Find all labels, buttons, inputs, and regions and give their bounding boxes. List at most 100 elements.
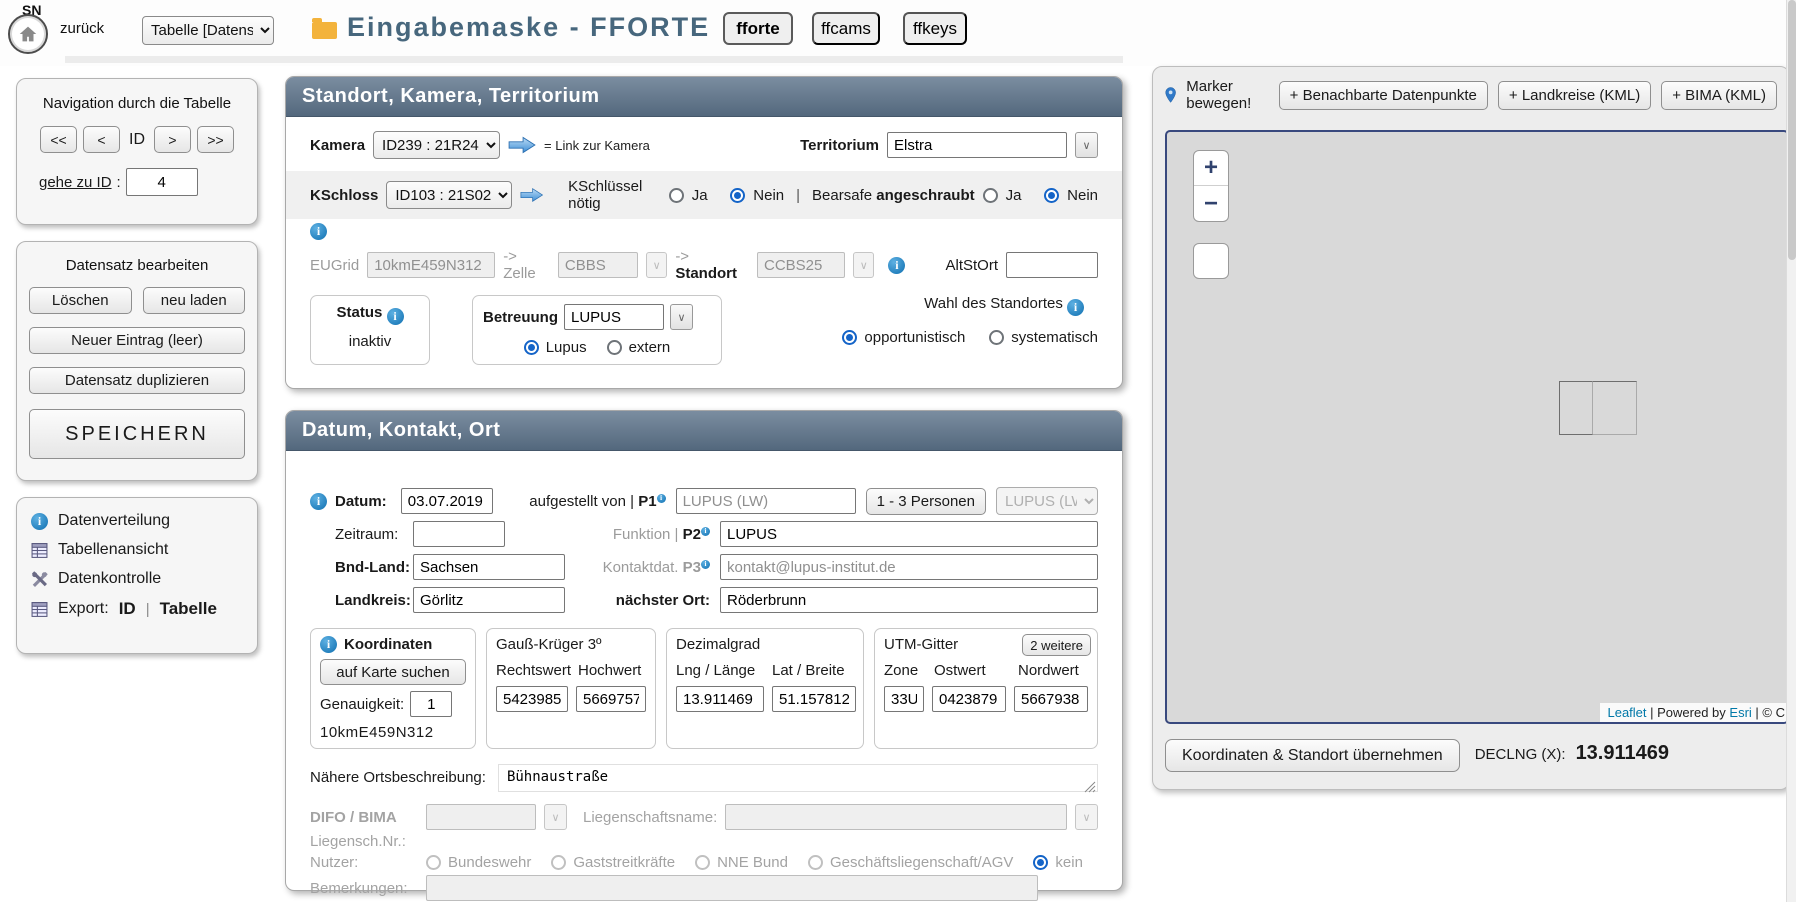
info-icon[interactable] [310, 493, 327, 510]
info-icon[interactable] [310, 223, 327, 240]
betreuung-extern-radio[interactable] [607, 340, 622, 355]
kamera-select[interactable]: ID239 : 21R24 [373, 131, 500, 159]
nordwert-input[interactable] [1014, 686, 1088, 712]
map-extra-button[interactable] [1193, 243, 1229, 279]
back-link[interactable]: zurück [60, 20, 104, 37]
table-select[interactable]: Tabelle [Datens [142, 16, 274, 45]
zone-input[interactable] [884, 686, 924, 712]
dez-col2: Lat / Breite [772, 662, 845, 679]
bearsafe-ja-label: Ja [1006, 187, 1022, 204]
esri-link[interactable]: Esri [1729, 705, 1751, 720]
tools-links-panel: Datenverteilung Tabellenansicht Datenkon… [16, 497, 258, 654]
export-row: Export: ID | Tabelle [31, 599, 243, 619]
genauigkeit-input[interactable] [410, 691, 452, 717]
status-header: Status [317, 304, 423, 325]
home-icon[interactable] [8, 14, 48, 54]
nav-next-button[interactable]: > [154, 126, 191, 153]
zoom-out-button[interactable]: − [1194, 186, 1228, 221]
zoom-in-button[interactable]: + [1194, 151, 1228, 186]
geschaeftsliegenschaft-label: Geschäftsliegenschaft/AGV [830, 854, 1013, 871]
info-icon[interactable] [888, 257, 905, 274]
zeitraum-label: Zeitraum: [335, 526, 413, 543]
datenkontrolle-link[interactable]: Datenkontrolle [31, 570, 243, 588]
app-button-ffcams[interactable]: ffcams [812, 12, 880, 45]
tabellenansicht-link[interactable]: Tabellenansicht [31, 541, 243, 559]
goto-id-input[interactable] [126, 168, 198, 196]
map-marker-icon [1165, 82, 1176, 108]
betreuung-input[interactable] [564, 304, 664, 330]
bndland-input[interactable] [413, 554, 565, 580]
lng-input[interactable] [676, 686, 764, 712]
standort-panel-title: Standort, Kamera, Territorium [286, 77, 1122, 117]
betreuung-lupus-radio[interactable] [524, 340, 539, 355]
datum-input[interactable] [401, 488, 493, 514]
dez-headers: Lng / Länge Lat / Breite [676, 662, 854, 679]
territorium-dropdown-button[interactable] [1075, 132, 1098, 158]
info-icon[interactable] [1067, 299, 1084, 316]
p2-input[interactable] [720, 521, 1098, 547]
zeitraum-input[interactable] [413, 521, 505, 547]
lat-input[interactable] [772, 686, 856, 712]
nav-first-button[interactable]: << [40, 126, 77, 153]
systematisch-radio[interactable] [989, 330, 1004, 345]
bearsafe-label: Bearsafe angeschraubt [812, 187, 975, 204]
app-button-fforte[interactable]: fforte [723, 12, 793, 45]
goto-id-link[interactable]: gehe zu ID [39, 174, 112, 191]
info-icon[interactable] [320, 636, 337, 653]
duplicate-button[interactable]: Datensatz duplizieren [29, 367, 245, 394]
mehr-koordinaten-button[interactable]: 2 weitere [1022, 634, 1091, 656]
altstort-input[interactable] [1006, 252, 1098, 278]
kschluessel-ja-radio[interactable] [669, 188, 684, 203]
betreuung-field-row: Betreuung [483, 304, 711, 330]
landkreis-input[interactable] [413, 587, 565, 613]
bundeswehr-label: Bundeswehr [448, 854, 531, 871]
p1-input[interactable] [676, 488, 856, 514]
map-toolbar: Marker bewegen! + Benachbarte Datenpunkt… [1153, 67, 1789, 112]
difo-bima-label: DIFO / BIMA [310, 809, 418, 826]
bearsafe-nein-radio[interactable] [1044, 188, 1059, 203]
liegenschaftsname-label: Liegenschaftsname: [583, 809, 717, 826]
auf-karte-suchen-button[interactable]: auf Karte suchen [320, 659, 466, 685]
zelle-label: -> Zelle [503, 248, 550, 282]
map-bottom-row: Koordinaten & Standort übernehmen [1165, 739, 1779, 772]
betreuung-dropdown-button[interactable] [670, 304, 693, 330]
reload-button[interactable]: neu laden [143, 287, 246, 314]
dez-title: Dezimalgrad [676, 636, 854, 653]
naechster-ort-input[interactable] [720, 587, 1098, 613]
hochwert-input[interactable] [576, 686, 646, 712]
nav-prev-button[interactable]: < [83, 126, 120, 153]
landkreise-kml-button[interactable]: + Landkreise (KML) [1498, 81, 1651, 110]
nutzer-row: Nutzer: Bundeswehr Gaststreitkräfte NNE … [310, 852, 1098, 872]
rechtswert-input[interactable] [496, 686, 568, 712]
new-entry-button[interactable]: Neuer Eintrag (leer) [29, 327, 245, 354]
ostwert-input[interactable] [932, 686, 1006, 712]
kschluessel-nein-radio[interactable] [730, 188, 745, 203]
ortsbeschreibung-textarea[interactable]: Bühnaustraße [498, 764, 1098, 792]
koordinaten-uebernehmen-button[interactable]: Koordinaten & Standort übernehmen [1165, 739, 1460, 772]
map-canvas[interactable]: + − Leaflet | Powered by Esri | © C [1165, 130, 1789, 724]
link-arrow-icon[interactable] [508, 136, 536, 154]
app-button-ffkeys[interactable]: ffkeys [903, 12, 967, 45]
personen-button[interactable]: 1 - 3 Personen [866, 488, 986, 515]
leaflet-link[interactable]: Leaflet [1607, 705, 1646, 720]
kschloss-info-row [286, 223, 1122, 240]
scrollbar-thumb[interactable] [1788, 0, 1796, 260]
benachbarte-datenpunkte-button[interactable]: + Benachbarte Datenpunkte [1279, 81, 1488, 110]
nutzer-radio-group: Bundeswehr Gaststreitkräfte NNE Bund Ges… [426, 854, 1083, 871]
export-tabelle-link[interactable]: Tabelle [160, 599, 217, 619]
info-icon[interactable] [387, 308, 404, 325]
p3-input[interactable] [720, 554, 1098, 580]
bearsafe-ja-radio[interactable] [983, 188, 998, 203]
datenverteilung-link[interactable]: Datenverteilung [31, 512, 243, 530]
page-scrollbar[interactable] [1786, 0, 1796, 902]
save-button[interactable]: SPEICHERN [29, 409, 245, 459]
link-arrow-icon[interactable] [520, 186, 543, 204]
map-panel: Marker bewegen! + Benachbarte Datenpunkt… [1152, 66, 1790, 790]
nav-last-button[interactable]: >> [197, 126, 234, 153]
kschloss-select[interactable]: ID103 : 21S02 [386, 181, 512, 209]
delete-button[interactable]: Löschen [29, 287, 132, 314]
export-id-link[interactable]: ID [119, 599, 136, 619]
bima-kml-button[interactable]: + BIMA (KML) [1661, 81, 1777, 110]
territorium-input[interactable] [887, 132, 1067, 158]
opportunistisch-radio[interactable] [842, 330, 857, 345]
